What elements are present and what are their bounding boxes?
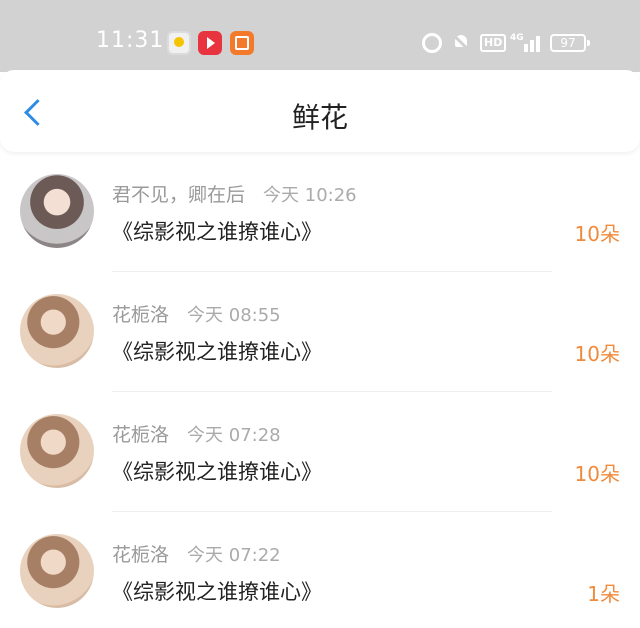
flower-count: 10朵 <box>574 462 620 486</box>
avatar[interactable] <box>20 534 94 608</box>
list-item[interactable]: 花栀洛 今天 07:22 《综影视之谁撩谁心》 1朵 <box>0 512 640 628</box>
video-app-icon <box>198 31 222 55</box>
book-title[interactable]: 《综影视之谁撩谁心》 <box>112 456 322 486</box>
status-time: 11:31 <box>96 28 165 53</box>
page-title: 鲜花 <box>291 101 348 134</box>
list-item[interactable]: 花栀洛 今天 08:55 《综影视之谁撩谁心》 10朵 <box>0 272 640 392</box>
user-name[interactable]: 花栀洛 <box>112 304 169 326</box>
book-title[interactable]: 《综影视之谁撩谁心》 <box>112 216 322 246</box>
status-bar: 11:31 HD 4G 97 <box>0 0 640 72</box>
list-item[interactable]: 花栀洛 今天 07:28 《综影视之谁撩谁心》 10朵 <box>0 392 640 512</box>
flower-count: 10朵 <box>574 342 620 366</box>
user-name[interactable]: 花栀洛 <box>112 424 169 446</box>
book-title[interactable]: 《综影视之谁撩谁心》 <box>112 576 322 606</box>
flower-gift-list: 君不见，卿在后 今天 10:26 《综影视之谁撩谁心》 10朵 花栀洛 今天 08:… <box>0 152 640 628</box>
timestamp: 今天 10:26 <box>263 185 357 206</box>
home-app-icon <box>230 31 254 55</box>
list-item[interactable]: 君不见，卿在后 今天 10:26 《综影视之谁撩谁心》 10朵 <box>0 152 640 272</box>
book-title[interactable]: 《综影视之谁撩谁心》 <box>112 336 322 366</box>
flower-count: 1朵 <box>587 582 620 606</box>
flower-count: 10朵 <box>574 222 620 246</box>
timestamp: 今天 08:55 <box>187 305 281 326</box>
hd-icon: HD <box>480 34 507 52</box>
mute-bell-icon <box>452 33 470 51</box>
avatar[interactable] <box>20 174 94 248</box>
timestamp: 今天 07:28 <box>187 425 281 446</box>
timestamp: 今天 07:22 <box>187 545 281 566</box>
network-label: 4G <box>510 33 524 43</box>
battery-icon: 97 <box>550 34 590 52</box>
app-notification-icon <box>167 31 191 55</box>
alarm-icon <box>422 33 442 53</box>
user-name[interactable]: 花栀洛 <box>112 544 169 566</box>
avatar[interactable] <box>20 414 94 488</box>
header-bar: 鲜花 <box>0 70 640 152</box>
signal-icon: 4G <box>510 30 542 52</box>
avatar[interactable] <box>20 294 94 368</box>
user-name[interactable]: 君不见，卿在后 <box>112 184 245 206</box>
